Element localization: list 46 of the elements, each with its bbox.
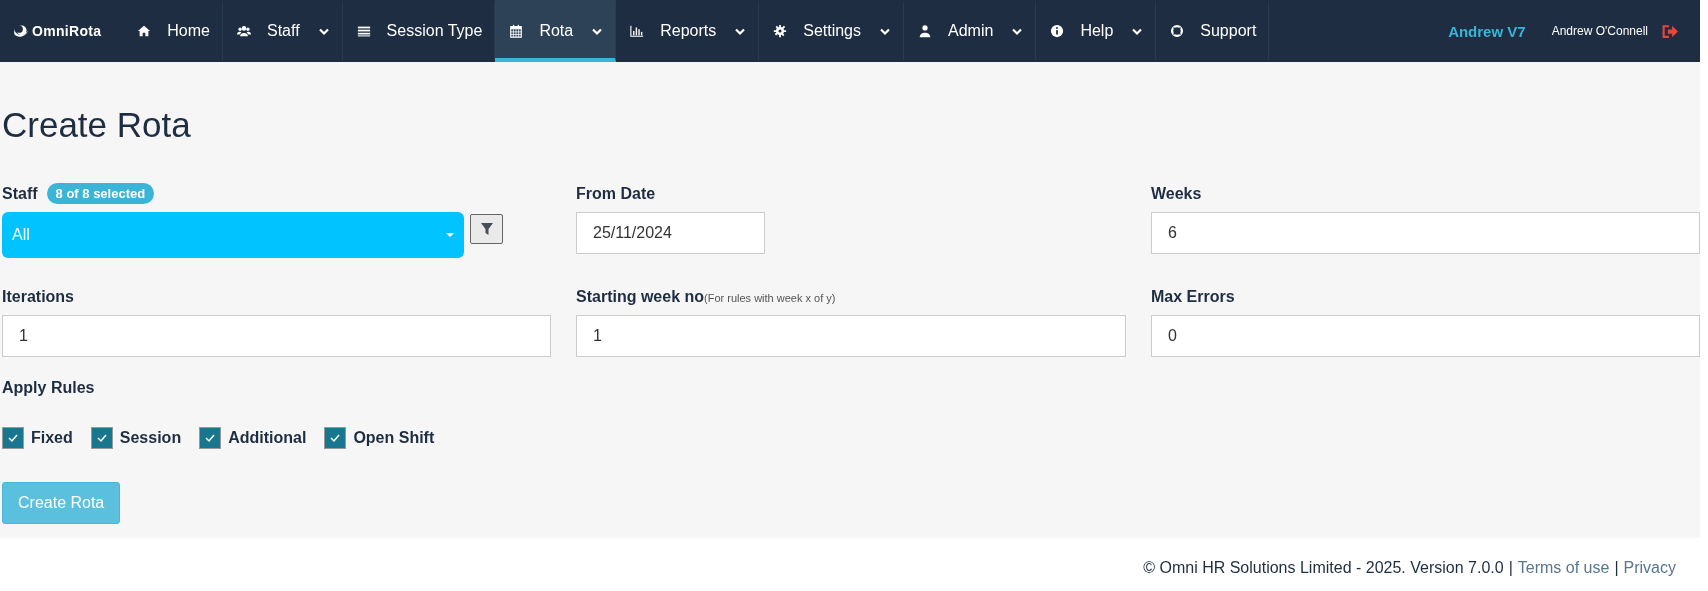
separator: | <box>1508 559 1513 577</box>
checkbox[interactable] <box>2 426 24 449</box>
app-logo[interactable]: OmniRota <box>12 0 124 62</box>
privacy-link[interactable]: Privacy <box>1623 559 1676 577</box>
copyright-text: © Omni HR Solutions Limited - 2025. Version 7.0.0 <box>1143 559 1504 577</box>
input-field[interactable]: 25/11/2024 <box>576 211 765 254</box>
user-name: Andrew O'Connell <box>1551 24 1648 38</box>
field-label: Weeks <box>1151 184 1202 203</box>
checkbox-label: Fixed <box>31 428 73 447</box>
calendar-icon <box>509 24 524 38</box>
bar-chart-icon <box>630 24 645 38</box>
logo-icon <box>12 23 30 39</box>
field-label: Staff <box>2 184 38 203</box>
home-icon <box>137 24 152 38</box>
sign-out-icon[interactable] <box>1660 22 1680 40</box>
field-label: Starting week no <box>576 287 705 306</box>
input-field[interactable]: 1 <box>2 314 551 357</box>
nav-tab[interactable]: Rota <box>495 0 617 62</box>
page-title: Create Rota <box>2 106 192 145</box>
checkbox-label: Additional <box>228 428 307 447</box>
checkbox[interactable] <box>324 426 347 449</box>
users-icon <box>237 24 251 38</box>
field-hint: (For rules with week x of y) <box>704 292 836 304</box>
account-link[interactable]: Andrew V7 <box>1448 22 1526 40</box>
info-icon <box>1050 24 1065 38</box>
terms-link[interactable]: Terms of use <box>1517 559 1610 577</box>
selection-count-badge: 8 of 8 selected <box>46 183 155 204</box>
field-label: From Date <box>576 184 656 203</box>
checkbox-label: Session <box>119 428 182 447</box>
field-label: Max Errors <box>1151 287 1235 306</box>
input-field[interactable]: 0 <box>1151 314 1700 357</box>
lifebuoy-icon <box>1170 24 1185 38</box>
list-icon <box>356 24 371 38</box>
settings-icon <box>773 24 788 38</box>
input-field[interactable]: 1 <box>576 314 1126 357</box>
separator: | <box>1614 559 1619 577</box>
section-label: Apply Rules <box>2 378 96 397</box>
checkbox[interactable] <box>90 426 113 449</box>
filter-button[interactable] <box>470 213 503 244</box>
field-label: Iterations <box>2 287 74 306</box>
checkbox[interactable] <box>199 426 222 449</box>
input-field[interactable]: 6 <box>1151 211 1700 254</box>
user-icon <box>918 24 932 38</box>
filter-icon <box>479 221 494 236</box>
checkbox-label: Open Shift <box>353 428 435 447</box>
caret-down-icon <box>446 232 454 237</box>
